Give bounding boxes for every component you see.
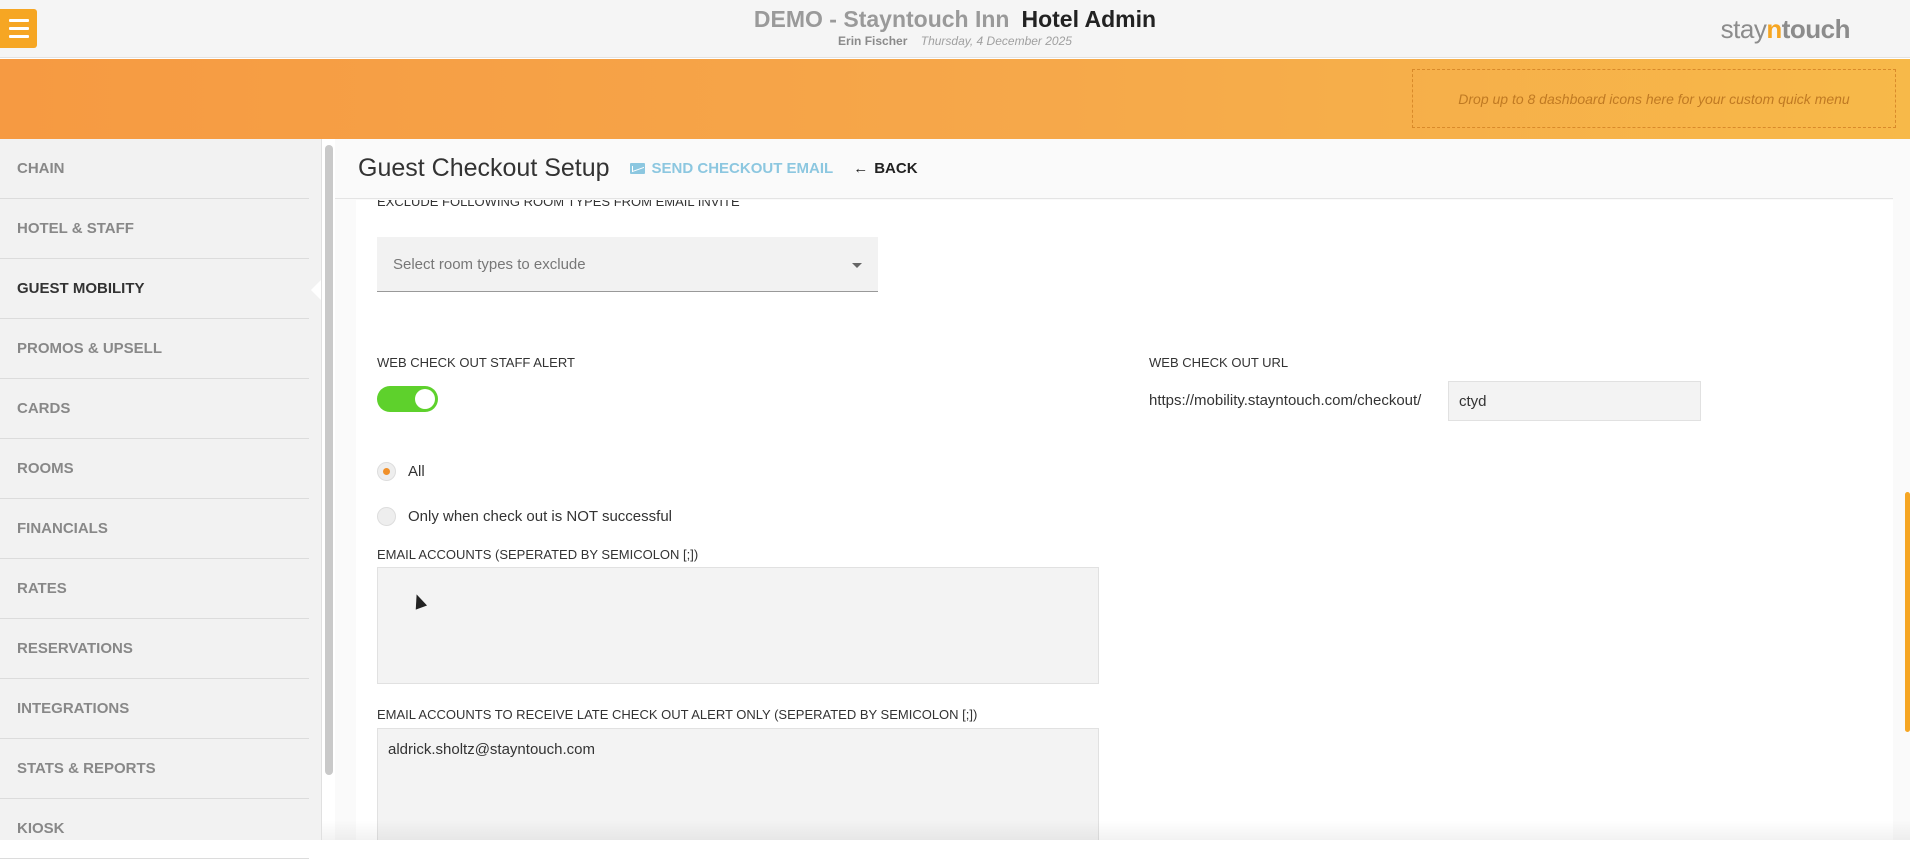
arrow-left-icon: ← (853, 160, 869, 177)
page-title: Guest Checkout Setup (358, 154, 610, 182)
toggle-knob (415, 389, 435, 409)
staff-alert-label: WEB CHECK OUT STAFF ALERT (377, 355, 575, 370)
bottom-shadow (322, 820, 1910, 840)
page-header: Guest Checkout Setup SEND CHECKOUT EMAIL… (335, 139, 1893, 199)
web-checkout-url-input[interactable]: ctyd (1448, 381, 1701, 421)
sidebar: CHAIN HOTEL & STAFF GUEST MOBILITY PROMO… (0, 139, 322, 859)
radio-checked-icon (377, 462, 396, 481)
sidebar-item-reservations[interactable]: RESERVATIONS (0, 619, 309, 679)
web-checkout-url-prefix: https://mobility.stayntouch.com/checkout… (1149, 392, 1422, 409)
radio-unchecked-icon (377, 507, 396, 526)
sidebar-item-promos-upsell[interactable]: PROMOS & UPSELL (0, 319, 309, 379)
send-checkout-email-button[interactable]: SEND CHECKOUT EMAIL (629, 160, 834, 177)
radio-all[interactable]: All (377, 462, 425, 481)
sidebar-item-financials[interactable]: FINANCIALS (0, 499, 309, 559)
email-accounts-label: EMAIL ACCOUNTS (SEPERATED BY SEMICOLON [… (377, 547, 699, 562)
back-button[interactable]: ← BACK (853, 160, 917, 177)
back-label: BACK (874, 160, 918, 177)
hotel-name: DEMO - Stayntouch Inn (753, 6, 1010, 32)
sidebar-item-stats-reports[interactable]: STATS & REPORTS (0, 739, 309, 799)
quick-menu-dropzone[interactable]: Drop up to 8 dashboard icons here for yo… (1412, 69, 1896, 128)
main-panel: Guest Checkout Setup SEND CHECKOUT EMAIL… (335, 139, 1910, 840)
select-placeholder: Select room types to exclude (393, 255, 586, 273)
user-name: Erin Fischer (838, 34, 908, 48)
sidebar-item-kiosk[interactable]: KIOSK (0, 799, 309, 859)
sidebar-item-rates[interactable]: RATES (0, 559, 309, 619)
exclude-room-types-select[interactable]: Select room types to exclude (377, 237, 878, 292)
late-checkout-email-label: EMAIL ACCOUNTS TO RECEIVE LATE CHECK OUT… (377, 707, 978, 722)
send-checkout-email-label: SEND CHECKOUT EMAIL (651, 160, 834, 177)
sidebar-scrollbar[interactable] (325, 145, 333, 775)
exclude-room-types-label: EXCLUDE FOLLOWING ROOM TYPES FROM EMAIL … (377, 200, 740, 209)
chevron-down-icon (852, 263, 862, 273)
sidebar-item-guest-mobility[interactable]: GUEST MOBILITY (0, 259, 321, 319)
quick-menu-band: Drop up to 8 dashboard icons here for yo… (0, 59, 1910, 139)
top-header: DEMO - Stayntouch Inn Hotel Admin Erin Fi… (0, 0, 1910, 58)
sidebar-item-chain[interactable]: CHAIN (0, 139, 309, 199)
sidebar-item-integrations[interactable]: INTEGRATIONS (0, 679, 309, 739)
mail-icon (629, 163, 645, 174)
form-content: EXCLUDE FOLLOWING ROOM TYPES FROM EMAIL … (356, 200, 1893, 840)
radio-not-successful-label: Only when check out is NOT successful (408, 508, 672, 525)
stayntouch-logo: stayntouch (1720, 14, 1851, 44)
radio-not-successful[interactable]: Only when check out is NOT successful (377, 507, 672, 526)
section-name: Hotel Admin (1021, 6, 1157, 32)
sidebar-item-hotel-staff[interactable]: HOTEL & STAFF (0, 199, 309, 259)
sidebar-item-cards[interactable]: CARDS (0, 379, 309, 439)
email-accounts-textarea[interactable] (377, 567, 1099, 684)
staff-alert-toggle[interactable] (377, 386, 438, 412)
web-checkout-url-label: WEB CHECK OUT URL (1149, 355, 1289, 370)
current-date: Thursday, 4 December 2025 (920, 34, 1072, 48)
header-title: DEMO - Stayntouch Inn Hotel Admin Erin Fi… (0, 6, 1910, 48)
radio-all-label: All (408, 463, 425, 480)
main-scrollbar[interactable] (1905, 492, 1910, 732)
sidebar-item-rooms[interactable]: ROOMS (0, 439, 309, 499)
